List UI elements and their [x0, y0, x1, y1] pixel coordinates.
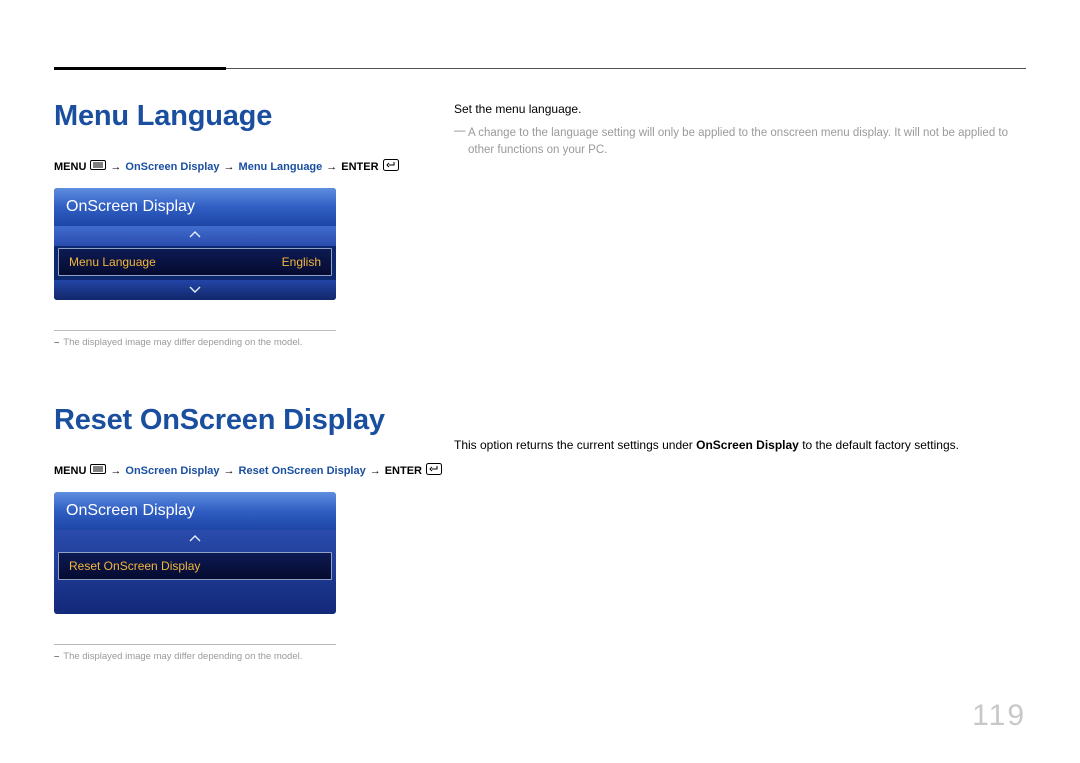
footnote-rule: [54, 330, 336, 331]
breadcrumb-item: Menu Language: [239, 161, 323, 173]
body-strong: OnScreen Display: [696, 438, 799, 452]
arrow-icon: →: [110, 465, 121, 477]
osd-panel-reset-osd: OnScreen Display Reset OnScreen Display: [54, 492, 336, 614]
arrow-icon: →: [326, 161, 337, 173]
section-menu-language: Menu Language MENU → OnScreen Display → …: [54, 100, 446, 348]
osd-panel-menu-language: OnScreen Display Menu Language English: [54, 188, 336, 300]
chevron-down-icon: [189, 284, 201, 296]
body-post: to the default factory settings.: [799, 438, 959, 452]
osd-scroll-up-button[interactable]: [54, 226, 336, 246]
content-columns: Menu Language MENU → OnScreen Display → …: [54, 68, 1026, 662]
body-pre: This option returns the current settings…: [454, 438, 696, 452]
page-number: 119: [972, 699, 1026, 733]
left-column: Menu Language MENU → OnScreen Display → …: [54, 100, 446, 662]
osd-scroll-up-button[interactable]: [54, 530, 336, 550]
breadcrumb-reset-osd: MENU → OnScreen Display → Reset OnScreen…: [54, 463, 446, 478]
dash-icon: –: [54, 337, 59, 348]
breadcrumb-enter-label: ENTER: [385, 465, 422, 477]
breadcrumb-enter-label: ENTER: [341, 161, 378, 173]
menu-button-icon: [90, 160, 106, 173]
header-rule-accent: [54, 67, 226, 70]
footnote-text: The displayed image may differ depending…: [63, 337, 302, 348]
breadcrumb-menu-language: MENU → OnScreen Display → Menu Language …: [54, 159, 446, 174]
enter-button-icon: [383, 159, 399, 174]
arrow-icon: →: [370, 465, 381, 477]
chevron-up-icon: [189, 230, 201, 242]
breadcrumb-item: Reset OnScreen Display: [239, 465, 366, 477]
breadcrumb-osd: OnScreen Display: [125, 161, 219, 173]
breadcrumb-menu-label: MENU: [54, 465, 86, 477]
section-reset-osd: Reset OnScreen Display MENU → OnScreen D…: [54, 404, 446, 662]
breadcrumb-menu-label: MENU: [54, 161, 86, 173]
section-title-menu-language: Menu Language: [54, 100, 446, 133]
osd-scroll-down-button[interactable]: [54, 280, 336, 300]
body-note-menu-language: A change to the language setting will on…: [454, 125, 1026, 161]
body-text-reset-osd: This option returns the current settings…: [454, 436, 1026, 455]
osd-header: OnScreen Display: [54, 492, 336, 530]
dash-icon: –: [54, 651, 59, 662]
page: Menu Language MENU → OnScreen Display → …: [0, 0, 1080, 763]
arrow-icon: →: [110, 161, 121, 173]
osd-row-value: English: [282, 255, 321, 269]
arrow-icon: →: [224, 465, 235, 477]
body-text-menu-language: Set the menu language.: [454, 100, 1026, 119]
enter-button-icon: [426, 463, 442, 478]
footnote-reset-osd: –The displayed image may differ dependin…: [54, 651, 354, 662]
breadcrumb-osd: OnScreen Display: [125, 465, 219, 477]
osd-body: Reset OnScreen Display: [54, 530, 336, 614]
menu-button-icon: [90, 464, 106, 477]
footnote-rule: [54, 644, 336, 645]
chevron-up-icon: [189, 534, 201, 546]
osd-row-label: Reset OnScreen Display: [69, 559, 200, 573]
osd-spacer: [54, 580, 336, 606]
footnote-text: The displayed image may differ depending…: [63, 651, 302, 662]
osd-row-label: Menu Language: [69, 255, 156, 269]
arrow-icon: →: [224, 161, 235, 173]
osd-reset-row[interactable]: Reset OnScreen Display: [58, 552, 332, 580]
osd-menu-language-row[interactable]: Menu Language English: [58, 248, 332, 276]
footnote-menu-language: –The displayed image may differ dependin…: [54, 337, 354, 348]
right-column: Set the menu language. A change to the l…: [446, 100, 1026, 662]
section-title-reset-osd: Reset OnScreen Display: [54, 404, 446, 437]
osd-header: OnScreen Display: [54, 188, 336, 226]
